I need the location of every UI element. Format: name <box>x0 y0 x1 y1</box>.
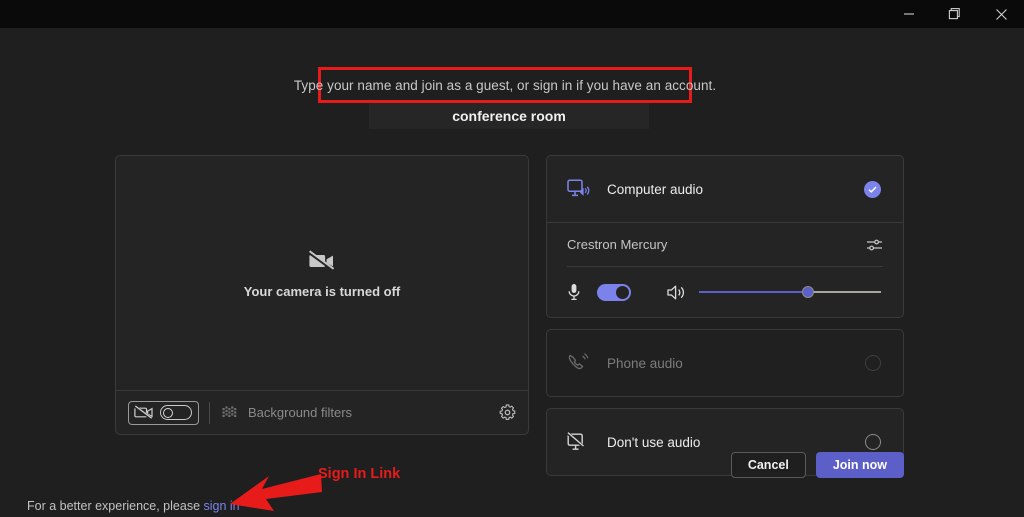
volume-slider[interactable] <box>699 284 881 300</box>
minimize-icon[interactable] <box>886 0 932 28</box>
annotation-label: Sign In Link <box>318 466 401 482</box>
no-audio-icon <box>567 432 601 452</box>
microphone-toggle-knob <box>616 285 629 299</box>
background-filters-icon <box>222 405 239 420</box>
audio-option-no-audio-state[interactable] <box>865 434 881 450</box>
audio-option-phone-audio-card: Phone audio <box>546 329 904 397</box>
camera-off-small-icon <box>134 405 153 420</box>
audio-option-computer-audio-card: Computer audio Crestron Mercury <box>546 155 904 318</box>
name-input[interactable]: conference room <box>369 103 649 129</box>
camera-toggle-switch[interactable] <box>160 405 192 420</box>
toolbar-divider <box>209 401 210 424</box>
audio-options-column: Computer audio Crestron Mercury Phone au… <box>546 155 904 487</box>
audio-option-computer-audio[interactable]: Computer audio <box>547 156 903 222</box>
camera-off-icon <box>307 249 336 278</box>
phone-audio-icon <box>567 352 601 374</box>
camera-toggle[interactable] <box>128 400 199 425</box>
computer-audio-icon <box>567 178 601 200</box>
audio-option-phone-audio-label: Phone audio <box>607 355 683 371</box>
teams-prejoin-window: Type your name and join as a guest, or s… <box>0 0 1024 517</box>
restore-icon[interactable] <box>932 0 978 28</box>
audio-option-phone-audio-state[interactable] <box>865 355 881 371</box>
camera-toggle-knob <box>163 407 173 418</box>
selected-check-icon <box>864 180 881 198</box>
device-settings-icon[interactable] <box>866 237 883 253</box>
radio-unselected-icon <box>865 355 881 371</box>
annotation-arrow <box>228 470 322 517</box>
join-now-button[interactable]: Join now <box>815 452 904 478</box>
volume-slider-fill <box>699 291 809 293</box>
guest-hint-text: Type your name and join as a guest, or s… <box>293 77 717 93</box>
microphone-toggle[interactable] <box>597 283 631 301</box>
window-titlebar <box>0 0 1024 28</box>
microphone-icon <box>567 283 595 301</box>
audio-device-name: Crestron Mercury <box>567 237 668 252</box>
video-preview-stage: Your camera is turned off <box>116 156 528 392</box>
audio-option-computer-audio-label: Computer audio <box>607 181 704 197</box>
close-icon[interactable] <box>978 0 1024 28</box>
signin-hint: For a better experience, please sign in <box>27 499 240 513</box>
speaker-icon <box>667 284 693 301</box>
device-settings-gear-icon[interactable] <box>499 404 516 421</box>
audio-option-no-audio-label: Don't use audio <box>607 434 701 450</box>
cancel-button[interactable]: Cancel <box>730 452 806 478</box>
volume-slider-thumb[interactable] <box>802 286 815 298</box>
audio-device-row[interactable]: Crestron Mercury <box>567 223 883 267</box>
name-input-value: conference room <box>452 108 566 124</box>
camera-off-label: Your camera is turned off <box>243 284 401 299</box>
signin-hint-text: For a better experience, please <box>27 499 204 513</box>
guest-hint-highlight: Type your name and join as a guest, or s… <box>294 67 716 103</box>
audio-device-section: Crestron Mercury <box>547 222 903 317</box>
video-toolbar: Background filters <box>116 390 528 434</box>
audio-option-computer-audio-state[interactable] <box>864 180 881 198</box>
background-filters-label: Background filters <box>248 405 353 420</box>
radio-unselected-icon <box>865 434 881 450</box>
video-preview-panel: Your camera is turned off Background fil… <box>115 155 529 435</box>
audio-controls-row <box>567 267 883 317</box>
footer-actions: Cancel Join now <box>730 452 904 478</box>
background-filters-button[interactable]: Background filters <box>222 405 352 420</box>
audio-option-phone-audio[interactable]: Phone audio <box>547 330 903 396</box>
